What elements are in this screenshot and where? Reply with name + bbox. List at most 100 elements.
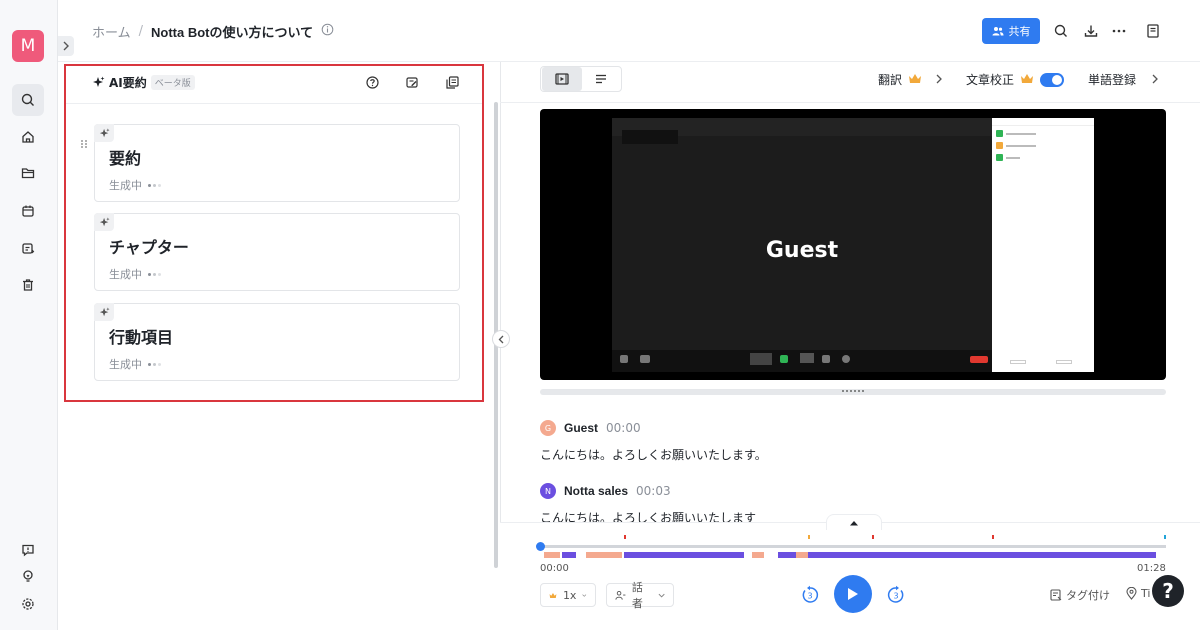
timestamp[interactable]: 00:03: [636, 484, 671, 498]
collapse-panel-button[interactable]: [492, 330, 510, 348]
home-icon[interactable]: [12, 121, 44, 153]
schedule-icon[interactable]: [12, 232, 44, 264]
summary-card[interactable]: 要約 生成中: [94, 124, 460, 202]
progress-knob[interactable]: [536, 542, 545, 551]
breadcrumb-home[interactable]: ホーム: [92, 22, 131, 41]
copy-icon[interactable]: [444, 74, 460, 90]
search-icon[interactable]: [12, 84, 44, 116]
guest-segment[interactable]: [544, 552, 560, 558]
share-label: 共有: [1008, 25, 1031, 38]
progress-track[interactable]: [540, 545, 1166, 548]
speed-select[interactable]: 1x: [540, 583, 596, 607]
card-title: チャプター: [109, 238, 189, 257]
sales-segment[interactable]: [778, 552, 796, 558]
notes-icon[interactable]: [1142, 20, 1164, 42]
rewind-3-button[interactable]: 3: [800, 585, 820, 605]
card-title: 行動項目: [109, 328, 174, 347]
sparkle-icon: [94, 124, 114, 142]
meeting-controls: [612, 350, 992, 372]
card-status: 生成中: [109, 356, 161, 372]
sales-segment[interactable]: [562, 552, 576, 558]
forward-3-button[interactable]: 3: [886, 585, 906, 605]
caret-up-icon: [850, 520, 858, 525]
transcript-text[interactable]: こんにちは。よろしくお願いいたします。: [540, 446, 767, 463]
trash-icon[interactable]: [12, 269, 44, 301]
chevron-down-icon: [582, 593, 587, 597]
timeline-marker[interactable]: [872, 535, 874, 539]
location-pin-icon: [1126, 587, 1137, 600]
speaker-filter[interactable]: 話者: [606, 581, 674, 610]
more-icon[interactable]: [1108, 20, 1130, 42]
timeline-marker[interactable]: [808, 535, 810, 539]
folder-icon[interactable]: [12, 157, 44, 189]
speed-value: 1x: [562, 588, 577, 602]
users-icon: [615, 590, 626, 600]
crown-icon: [549, 592, 557, 598]
total-time: 01:28: [1137, 563, 1166, 574]
timestamp-label: Ti: [1141, 587, 1151, 600]
tag-button[interactable]: タグ付け: [1050, 587, 1110, 603]
sales-segment[interactable]: [808, 552, 1156, 558]
video-view-button[interactable]: [542, 67, 582, 91]
proofread-label: 文章校正: [966, 73, 1015, 87]
info-icon[interactable]: [321, 23, 334, 40]
speaker-name[interactable]: Notta sales: [564, 484, 628, 498]
play-button[interactable]: [834, 575, 872, 613]
timeline-marker[interactable]: [624, 535, 626, 539]
breadcrumb-separator: /: [138, 24, 144, 39]
calendar-icon[interactable]: [12, 195, 44, 227]
tag-icon: [1050, 589, 1062, 601]
rewind-icon: 3: [802, 585, 819, 603]
sparkle-icon: [94, 303, 114, 321]
video-player[interactable]: Guest: [540, 109, 1166, 380]
status-text: 生成中: [109, 179, 142, 192]
sales-segment[interactable]: [624, 552, 744, 558]
crown-icon: [908, 73, 922, 87]
help-icon[interactable]: [364, 74, 380, 90]
meeting-screen: Guest: [612, 118, 1094, 372]
help-button[interactable]: ?: [1152, 575, 1184, 607]
timeline-marker[interactable]: [1164, 535, 1166, 539]
workspace-avatar[interactable]: M: [12, 30, 44, 62]
audio-player: 00:00 01:28 1x 話者 3 3 タグ付け Ti ?: [500, 514, 1200, 630]
guest-segment[interactable]: [586, 552, 622, 558]
loading-dots-icon: [148, 183, 161, 187]
video-resize-handle[interactable]: [540, 389, 1166, 395]
chapter-card[interactable]: チャプター 生成中: [94, 213, 460, 291]
text-view-button[interactable]: [581, 67, 621, 91]
guest-segment[interactable]: [752, 552, 764, 558]
status-text: 生成中: [109, 358, 142, 371]
translate-button[interactable]: 翻訳: [878, 71, 942, 88]
ai-summary-panel: AI要約 ベータ版 要約 生成中 チャプター 生成中 行動項目 生成中: [64, 64, 484, 402]
timestamp-button[interactable]: Ti: [1126, 587, 1150, 600]
crown-icon: [1020, 73, 1034, 87]
speaker-name[interactable]: Guest: [564, 421, 598, 435]
transcript-entry[interactable]: N Notta sales 00:03 こんにちは。よろしくお願いいたします: [540, 483, 756, 526]
beta-badge: ベータ版: [150, 75, 195, 90]
page-title[interactable]: Notta Botの使い方について: [151, 22, 313, 41]
glossary-button[interactable]: 単語登録: [1088, 71, 1158, 88]
current-time: 00:00: [540, 563, 569, 574]
action-items-card[interactable]: 行動項目 生成中: [94, 303, 460, 381]
loading-dots-icon: [148, 362, 161, 366]
edit-note-icon[interactable]: [404, 74, 420, 90]
settings-icon[interactable]: [12, 588, 44, 620]
ai-summary-title: AI要約 ベータ版: [92, 74, 195, 91]
search-icon[interactable]: [1050, 20, 1072, 42]
chevron-down-icon: [658, 593, 665, 598]
drag-handle-icon[interactable]: [80, 134, 88, 148]
timeline-marker[interactable]: [992, 535, 994, 539]
users-icon: [992, 27, 1003, 36]
share-button[interactable]: 共有: [982, 18, 1040, 44]
status-text: 生成中: [109, 268, 142, 281]
chevron-right-icon: [1152, 73, 1158, 87]
meeting-notice: [622, 130, 678, 144]
download-icon[interactable]: [1080, 20, 1102, 42]
ai-summary-label: AI要約: [109, 76, 147, 90]
timestamp[interactable]: 00:00: [606, 421, 641, 435]
expand-player-button[interactable]: [826, 514, 882, 530]
guest-segment[interactable]: [796, 552, 808, 558]
transcript-entry[interactable]: G Guest 00:00 こんにちは。よろしくお願いいたします。: [540, 420, 767, 463]
forward-seconds: 3: [893, 592, 898, 601]
proofread-toggle[interactable]: [1040, 72, 1065, 87]
